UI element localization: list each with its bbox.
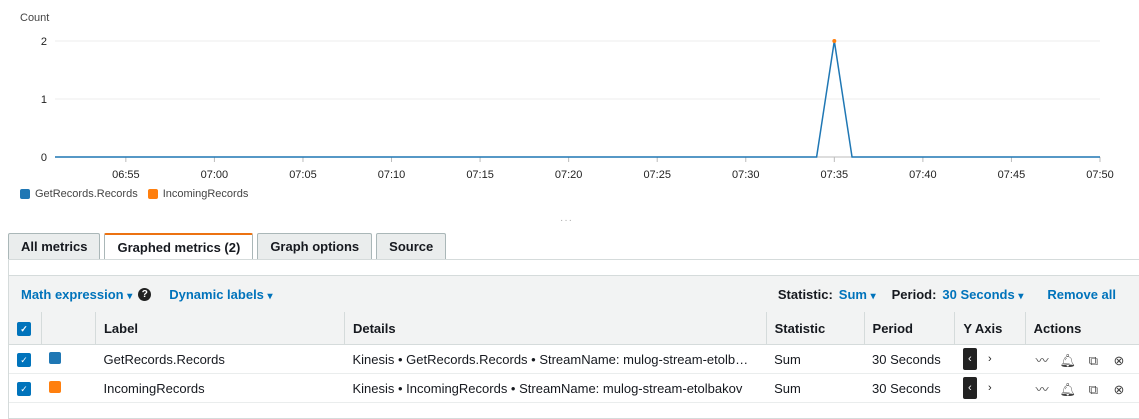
x-tick-label: 07:50 — [1086, 169, 1114, 181]
statistic-value: Sum — [838, 286, 867, 302]
row-period[interactable]: 30 Seconds — [864, 373, 955, 403]
period-value: 30 Seconds — [942, 286, 1015, 302]
yaxis-column-header: Y Axis — [954, 312, 1026, 345]
select-all-checkbox[interactable]: ✓ — [17, 322, 31, 337]
period-column-header[interactable]: Period — [864, 312, 956, 345]
copy-icon[interactable]: ⧉ — [1084, 353, 1102, 369]
metrics-chart: Count 0 1 2 06:55 07:00 07:05 07:10 07:15 07:20 07… — [20, 12, 1114, 181]
x-tick-label: 07:40 — [909, 169, 937, 181]
left-axis-icon[interactable]: ‹ — [962, 348, 977, 370]
tab-graph-options[interactable]: Graph options — [257, 233, 373, 259]
chevron-down-icon: ▾ — [1018, 290, 1024, 302]
legend-swatch — [147, 189, 158, 199]
color-swatch[interactable] — [49, 351, 62, 364]
tab-bar: All metrics Graphed metrics (2) Graph op… — [8, 233, 447, 260]
row-details: Kinesis • IncomingRecords • StreamName: … — [344, 373, 767, 403]
x-tick-label: 07:35 — [821, 169, 849, 181]
label-column-header[interactable]: Label — [95, 312, 345, 345]
legend-item-incoming[interactable]: IncomingRecords — [147, 188, 249, 200]
color-swatch[interactable] — [49, 380, 62, 393]
copy-icon[interactable]: ⧉ — [1084, 382, 1102, 398]
graphed-metrics-panel: Math expression ▾ ? Dynamic labels ▾ Sta… — [8, 259, 1139, 419]
left-axis-icon[interactable]: ‹ — [962, 377, 977, 399]
tab-source[interactable]: Source — [376, 233, 447, 259]
chart-legend: GetRecords.Records IncomingRecords — [20, 188, 248, 200]
chevron-down-icon: ▾ — [870, 290, 876, 302]
statistic-dropdown[interactable]: Sum ▾ — [839, 287, 876, 302]
x-tick-label: 07:05 — [289, 169, 317, 181]
bell-icon[interactable]: 🔔︎ — [1059, 353, 1077, 369]
row-statistic[interactable]: Sum — [766, 373, 865, 403]
row-details: Kinesis • GetRecords.Records • StreamNam… — [344, 344, 767, 374]
y-tick-label: 1 — [41, 94, 47, 106]
x-tick-label: 07:30 — [732, 169, 760, 181]
x-tick-label: 07:20 — [555, 169, 583, 181]
close-icon[interactable]: ⊗ — [1110, 353, 1128, 369]
period-dropdown[interactable]: 30 Seconds ▾ — [942, 287, 1023, 302]
x-tick-label: 07:25 — [643, 169, 671, 181]
bell-icon[interactable]: 🔔︎ — [1059, 382, 1077, 398]
close-icon[interactable]: ⊗ — [1110, 382, 1128, 398]
row-checkbox[interactable]: ✓ — [17, 353, 31, 368]
x-tick-label: 07:15 — [466, 169, 494, 181]
resize-grip-icon[interactable]: ··· — [560, 215, 573, 226]
chevron-down-icon: ▾ — [127, 290, 133, 302]
x-tick-label: 06:55 — [112, 169, 140, 181]
legend-item-getrecords[interactable]: GetRecords.Records — [20, 188, 138, 200]
actions-column-header: Actions — [1025, 312, 1139, 345]
legend-swatch — [20, 189, 30, 199]
row-label[interactable]: GetRecords.Records — [95, 344, 345, 374]
y-axis-label: Count — [20, 12, 49, 24]
x-tick-label: 07:10 — [378, 169, 406, 181]
x-tick-label: 07:45 — [998, 169, 1026, 181]
x-tick-label: 07:00 — [201, 169, 229, 181]
color-column-header — [41, 312, 96, 345]
y-tick-label: 0 — [41, 152, 47, 164]
y-tick-label: 2 — [41, 36, 47, 48]
row-checkbox[interactable]: ✓ — [17, 382, 31, 397]
legend-label: IncomingRecords — [162, 188, 249, 200]
table-header-row: ✓ Label Details Statistic Period Y Axis … — [9, 312, 1139, 345]
metrics-toolbar: Math expression ▾ ? Dynamic labels ▾ Sta… — [9, 275, 1139, 313]
table-row: ✓ IncomingRecords Kinesis • IncomingReco… — [9, 373, 1139, 403]
math-function-icon[interactable]: 〰 — [1033, 379, 1051, 398]
right-axis-icon[interactable]: › — [983, 348, 997, 370]
math-function-icon[interactable]: 〰 — [1033, 350, 1051, 369]
statistic-label: Statistic: — [777, 286, 833, 302]
chevron-down-icon: ▾ — [267, 290, 273, 302]
row-label[interactable]: IncomingRecords — [95, 373, 345, 403]
statistic-column-header[interactable]: Statistic — [766, 312, 865, 345]
math-expression-label: Math expression — [21, 286, 124, 302]
metrics-table: ✓ Label Details Statistic Period Y Axis … — [9, 312, 1139, 403]
series-point-1 — [832, 39, 837, 43]
legend-label: GetRecords.Records — [35, 188, 138, 200]
right-axis-icon[interactable]: › — [983, 377, 997, 399]
tab-all-metrics[interactable]: All metrics — [8, 233, 101, 259]
row-statistic[interactable]: Sum — [766, 344, 865, 374]
dynamic-labels-dropdown[interactable]: Dynamic labels ▾ — [169, 287, 272, 302]
details-column-header[interactable]: Details — [344, 312, 767, 345]
math-expression-dropdown[interactable]: Math expression ▾ — [21, 287, 132, 302]
dynamic-labels-label: Dynamic labels — [169, 286, 264, 302]
row-period[interactable]: 30 Seconds — [864, 344, 955, 374]
period-label: Period: — [891, 286, 937, 302]
help-icon[interactable]: ? — [138, 287, 152, 301]
remove-all-button[interactable]: Remove all — [1047, 287, 1116, 302]
table-row: ✓ GetRecords.Records Kinesis • GetRecord… — [9, 344, 1139, 374]
tab-graphed-metrics[interactable]: Graphed metrics (2) — [104, 233, 254, 260]
